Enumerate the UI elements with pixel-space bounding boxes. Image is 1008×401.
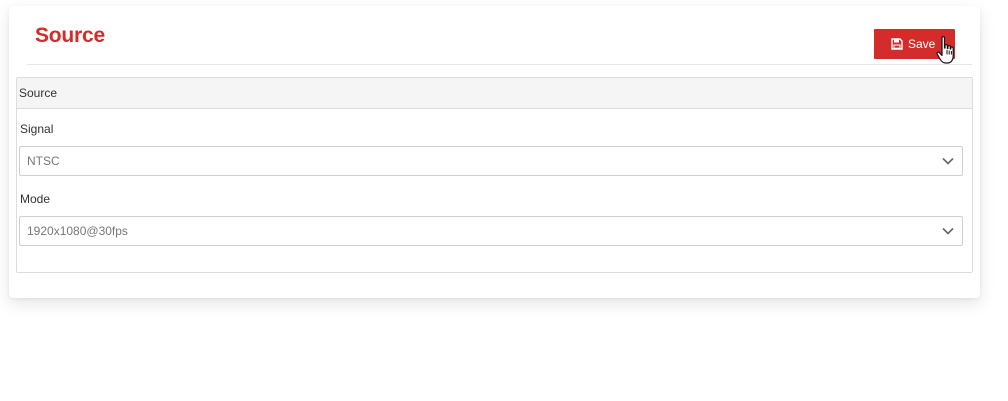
chevron-down-icon <box>942 157 954 165</box>
mode-select-value: 1920x1080@30fps <box>27 224 128 238</box>
source-panel: Source Signal NTSC Mode 1920x1080@30fps <box>16 77 973 273</box>
mode-select[interactable]: 1920x1080@30fps <box>19 216 963 246</box>
save-button-label: Save <box>908 37 936 51</box>
save-button[interactable]: Save <box>874 29 955 59</box>
chevron-down-icon <box>942 227 954 235</box>
signal-label: Signal <box>20 122 54 136</box>
signal-select[interactable]: NTSC <box>19 146 963 176</box>
card-header: Source Save <box>27 14 972 65</box>
source-settings-card: Source Save Source Signal NTSC Mode 1920… <box>9 6 980 298</box>
floppy-disk-icon <box>891 38 903 50</box>
mode-label: Mode <box>20 192 51 206</box>
signal-select-value: NTSC <box>27 154 60 168</box>
panel-heading: Source <box>17 78 972 109</box>
page-title: Source <box>35 24 105 47</box>
